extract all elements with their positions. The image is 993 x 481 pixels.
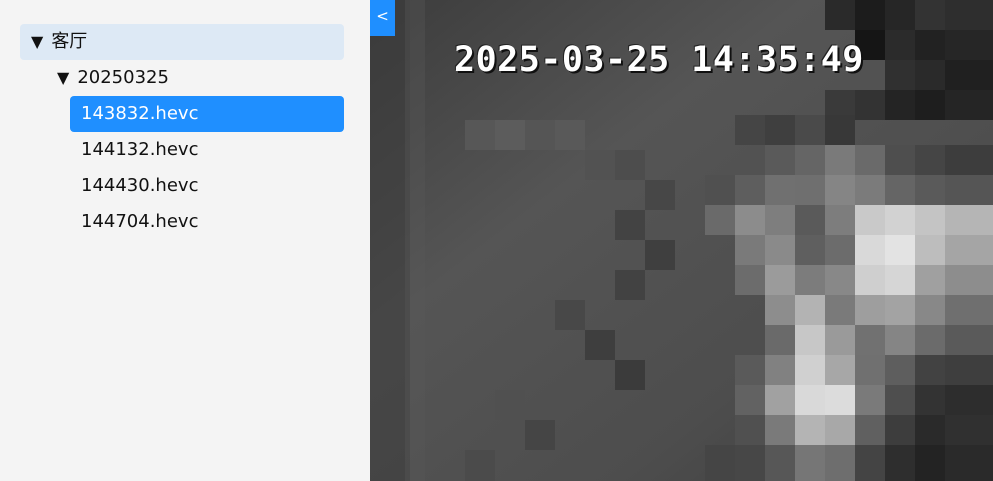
tree-file-item[interactable]: 144704.hevc [70, 204, 344, 240]
tree-file-item[interactable]: 144132.hevc [70, 132, 344, 168]
tree-node-root[interactable]: ▼ 客厅 [20, 24, 344, 60]
file-tree-sidebar: ▼ 客厅 ▼ 20250325 143832.hevc 144132.hevc 14… [0, 0, 370, 481]
app-window: ▼ 客厅 ▼ 20250325 143832.hevc 144132.hevc 14… [0, 0, 993, 481]
expand-arrow-icon[interactable]: ▼ [31, 24, 43, 60]
tree-file-item[interactable]: 143832.hevc [70, 96, 344, 132]
video-timestamp-overlay: 2025-03-25 14:35:49 [454, 40, 864, 80]
tree-file-item[interactable]: 144430.hevc [70, 168, 344, 204]
video-player[interactable]: < 2025-03-25 14:35:49 [370, 0, 993, 481]
tree-node-label: 客厅 [51, 31, 88, 52]
tree-node-label: 20250325 [77, 67, 169, 88]
expand-arrow-icon[interactable]: ▼ [57, 60, 69, 96]
tree-node-folder[interactable]: ▼ 20250325 [20, 60, 344, 96]
collapse-sidebar-button[interactable]: < [370, 0, 395, 36]
